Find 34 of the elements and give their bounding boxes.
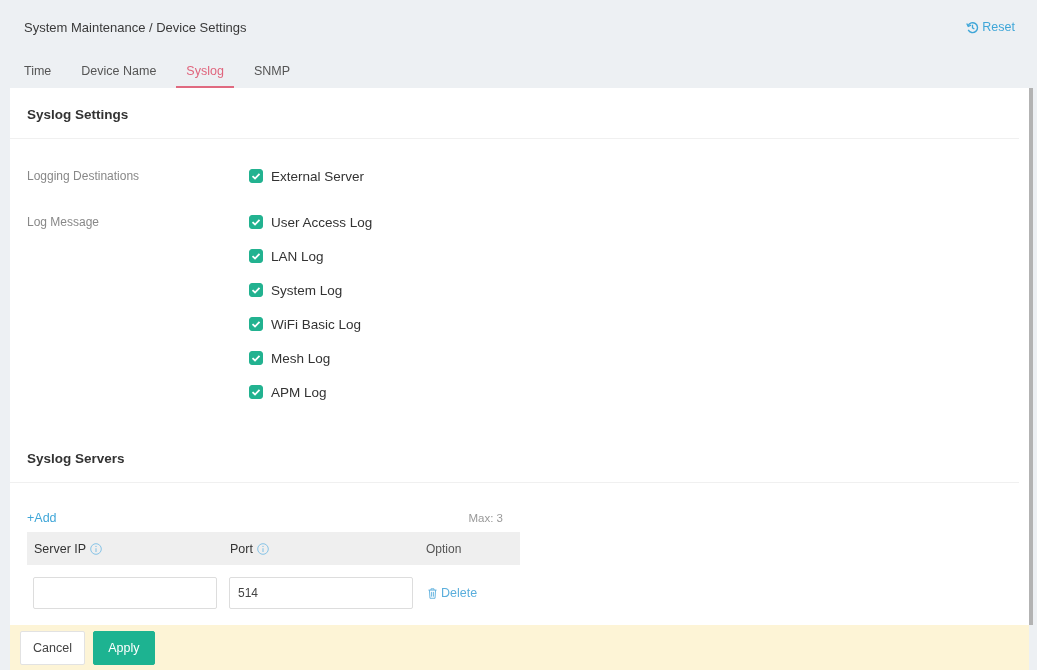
breadcrumb: System Maintenance / Device Settings bbox=[24, 19, 247, 35]
checkbox-option[interactable]: System Log bbox=[249, 273, 373, 307]
section-title: Syslog Settings bbox=[27, 107, 129, 122]
tab[interactable]: SNMP bbox=[243, 61, 300, 88]
checkbox-option[interactable]: External Server bbox=[249, 159, 365, 193]
tab[interactable]: Time bbox=[14, 61, 62, 88]
port-field[interactable]: 514 bbox=[229, 577, 413, 609]
checkbox[interactable] bbox=[249, 317, 263, 331]
checkbox-option[interactable]: APM Log bbox=[249, 375, 373, 409]
section-title: Syslog Servers bbox=[27, 451, 125, 466]
checkbox[interactable] bbox=[249, 351, 263, 365]
checkbox[interactable] bbox=[249, 169, 263, 183]
column-header: Port bbox=[230, 541, 253, 556]
checkbox-option[interactable]: User Access Log bbox=[249, 205, 373, 239]
checkbox-option[interactable]: WiFi Basic Log bbox=[249, 307, 373, 341]
checkbox[interactable] bbox=[249, 385, 263, 399]
tab[interactable]: Device Name bbox=[71, 61, 167, 88]
history-icon bbox=[966, 20, 980, 34]
server-ip-field[interactable] bbox=[33, 577, 217, 609]
field-label: Log Message bbox=[27, 215, 100, 229]
checkbox-option[interactable]: LAN Log bbox=[249, 239, 373, 273]
checkbox-option[interactable]: Mesh Log bbox=[249, 341, 373, 375]
limit-note: Max: 3 bbox=[468, 512, 503, 524]
field-label: Logging Destinations bbox=[27, 169, 140, 183]
column-header: Server IP bbox=[34, 541, 87, 556]
scrollbar[interactable] bbox=[1029, 88, 1033, 625]
checkbox[interactable] bbox=[249, 215, 263, 229]
info-icon[interactable] bbox=[256, 542, 269, 555]
column-header: Option bbox=[426, 541, 462, 556]
checkbox[interactable] bbox=[249, 249, 263, 263]
checkbox[interactable] bbox=[249, 283, 263, 297]
cancel-button[interactable]: Cancel bbox=[20, 630, 85, 665]
info-icon[interactable] bbox=[90, 542, 103, 555]
trash-icon bbox=[428, 587, 437, 599]
